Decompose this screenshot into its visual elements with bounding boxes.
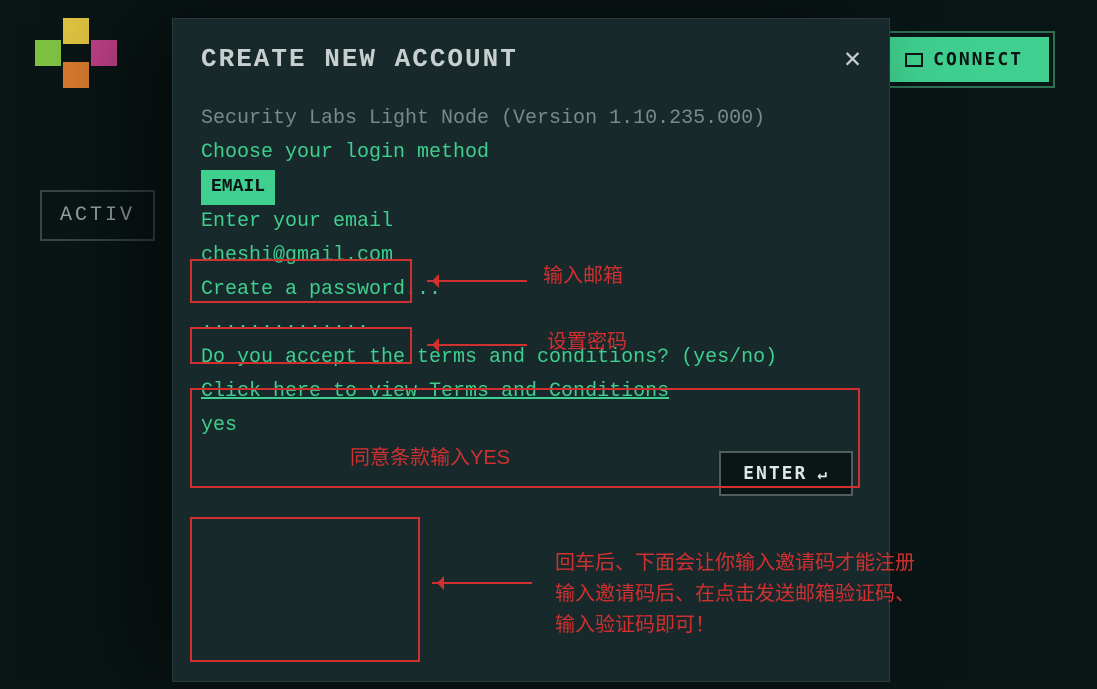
- app-logo: [35, 18, 115, 88]
- annotation-arrow-2: [427, 344, 527, 346]
- choose-method-label: Choose your login method: [201, 136, 861, 170]
- enter-label: ENTER: [743, 463, 807, 484]
- annotation-text-4: 回车后、下面会让你输入邀请码才能注册 输入邀请码后、在点击发送邮箱验证码、 输入…: [555, 548, 915, 641]
- accept-terms-label: Do you accept the terms and conditions? …: [201, 341, 861, 375]
- enter-button[interactable]: ENTER ↵: [719, 451, 853, 496]
- modal-body: Security Labs Light Node (Version 1.10.2…: [173, 94, 889, 451]
- email-method-badge[interactable]: EMAIL: [201, 170, 275, 205]
- connect-button[interactable]: CONNECT: [879, 37, 1049, 82]
- annotation-arrow-1: [427, 280, 527, 282]
- email-input[interactable]: cheshi@gmail.com: [201, 239, 861, 273]
- enter-return-icon: ↵: [817, 464, 829, 483]
- annotation-arrow-4: [432, 582, 532, 584]
- password-input[interactable]: ..............: [201, 307, 861, 341]
- logo-blocks-icon: [35, 18, 115, 88]
- annotation-text-2: 设置密码: [547, 327, 627, 358]
- create-password-label: Create a password...: [201, 273, 861, 307]
- activity-tab[interactable]: ACTIV: [40, 190, 155, 241]
- wallet-icon: [905, 53, 923, 67]
- enter-email-label: Enter your email: [201, 205, 861, 239]
- connect-label: CONNECT: [933, 49, 1023, 70]
- close-button[interactable]: ✕: [844, 41, 861, 76]
- annotation-text-3: 同意条款输入YES: [350, 443, 510, 474]
- modal-title: CREATE NEW ACCOUNT: [201, 44, 518, 74]
- modal-header: CREATE NEW ACCOUNT ✕: [173, 19, 889, 94]
- terms-link[interactable]: Click here to view Terms and Conditions: [201, 380, 669, 403]
- close-icon: ✕: [844, 45, 861, 76]
- version-line: Security Labs Light Node (Version 1.10.2…: [201, 102, 861, 136]
- annotation-text-1: 输入邮箱: [543, 261, 623, 292]
- terms-answer-input[interactable]: yes: [201, 409, 861, 443]
